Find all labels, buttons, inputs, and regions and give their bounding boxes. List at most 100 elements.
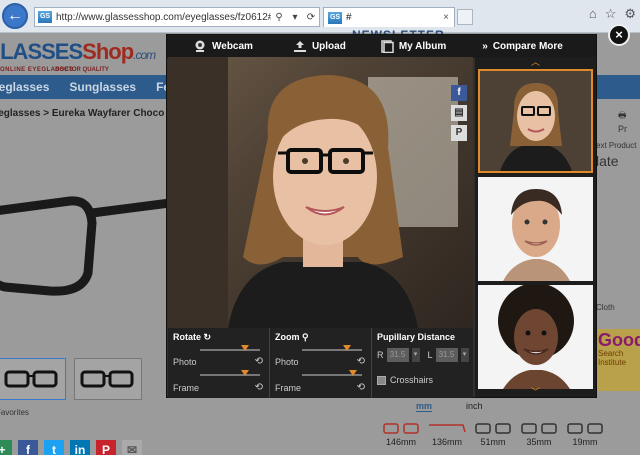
pupillary-inputs: R 31.5 ▾ L 31.5 ▾	[377, 348, 469, 362]
browser-tools: ⌂ ☆ ⚙	[589, 6, 636, 22]
pd-left-input[interactable]: 31.5	[435, 348, 458, 362]
crosshairs-toggle[interactable]: Crosshairs	[377, 375, 433, 385]
virtual-try-on-modal: Webcam Upload My Album » Compare More ×	[166, 24, 630, 398]
my-album-button[interactable]: My Album	[380, 40, 446, 53]
facebook-share-icon[interactable]: f	[451, 85, 467, 101]
rotate-frame-slider[interactable]	[200, 370, 260, 376]
save-icon[interactable]: ▤	[451, 105, 467, 121]
unit-mm-tab[interactable]: mm	[416, 401, 433, 412]
compare-more-button[interactable]: » Compare More	[482, 41, 563, 52]
pd-right-label: R	[377, 350, 384, 360]
browser-tab[interactable]: GS # ×	[323, 7, 455, 27]
home-icon[interactable]: ⌂	[589, 6, 597, 22]
favorites-star-icon[interactable]: ☆	[605, 6, 617, 22]
address-bar[interactable]: GS http://www.glassesshop.com/eyeglasses…	[34, 7, 320, 27]
email-icon[interactable]: ✉	[122, 440, 142, 455]
twitter-icon[interactable]: t	[44, 440, 64, 455]
logo-part-2: Shop	[82, 39, 134, 64]
search-icon[interactable]: ⚲	[271, 12, 287, 23]
breadcrumb[interactable]: Eyeglasses > Eureka Wayfarer Choco	[0, 108, 164, 119]
measure-lens-height: 35mm	[518, 421, 560, 447]
zoom-frame-reset-icon[interactable]: ⟲	[357, 382, 365, 393]
favorites-label[interactable]: Favorites	[0, 408, 29, 417]
model-face-3-image	[478, 285, 593, 389]
measure-value: 19mm	[572, 437, 598, 447]
nav-sunglasses[interactable]: Sunglasses	[59, 75, 146, 99]
zoom-title-text: Zoom	[275, 332, 300, 342]
advertisement[interactable]: Good Search Institute	[596, 329, 640, 391]
webcam-icon	[195, 40, 205, 52]
pd-left-label: L	[427, 350, 433, 360]
new-tab-button[interactable]	[457, 9, 473, 25]
product-title-fragment: late	[596, 153, 619, 169]
print-link[interactable]: 🖶 Pr	[618, 108, 627, 134]
print-label: Pr	[618, 124, 627, 134]
site-tagline-2: DOCTOR QUALITY	[55, 67, 109, 73]
glasses-thumb-icon	[80, 370, 134, 388]
thumbnail-angle-view[interactable]	[0, 358, 66, 400]
measure-value: 136mm	[431, 437, 462, 447]
gear-icon[interactable]: ⚙	[624, 6, 636, 22]
tab-favicon-icon: GS	[328, 11, 342, 24]
zoom-icon: ⚲	[302, 332, 309, 342]
zoom-title: Zoom ⚲	[275, 332, 366, 343]
pd-right-input[interactable]: 31.5	[386, 348, 409, 362]
rotate-top-thumb[interactable]	[241, 345, 249, 351]
zoom-top-thumb[interactable]	[343, 345, 351, 351]
compare-label: Compare More	[492, 41, 563, 52]
zoom-photo-label: Photo	[275, 357, 299, 367]
crosshairs-checkbox[interactable]	[377, 375, 386, 385]
rotate-photo-reset-icon[interactable]: ⟲	[255, 356, 263, 367]
tab-title: #	[346, 12, 352, 23]
model-face-1[interactable]	[478, 69, 593, 173]
next-product-link[interactable]: ext Product	[596, 141, 636, 150]
rail-up-arrow-icon[interactable]: ︿	[475, 57, 596, 67]
rotate-frame-reset-icon[interactable]: ⟲	[255, 382, 263, 393]
dropdown-icon[interactable]: ▾	[287, 12, 303, 23]
model-face-3[interactable]	[478, 285, 593, 389]
back-button[interactable]: ←	[2, 3, 28, 29]
measure-temple-length: 136mm	[426, 421, 468, 447]
zoom-frame-label: Frame	[275, 383, 302, 393]
pd-left-dropdown-icon[interactable]: ▾	[460, 348, 469, 362]
zoom-frame-slider[interactable]	[302, 370, 362, 376]
rotate-top-slider[interactable]	[200, 345, 260, 351]
pinterest-icon[interactable]: P	[96, 440, 116, 455]
pinterest-share-icon[interactable]: P	[451, 125, 467, 141]
unit-toggle: mm inch	[416, 401, 483, 412]
measure-lens-width: 51mm	[472, 421, 514, 447]
thumbnail-front-view[interactable]	[74, 358, 142, 400]
album-label: My Album	[398, 41, 447, 52]
close-tab-icon[interactable]: ×	[443, 12, 449, 23]
zoom-frame-thumb[interactable]	[349, 370, 357, 376]
refresh-icon[interactable]: ⟳	[303, 12, 319, 23]
measure-value: 51mm	[480, 437, 506, 447]
try-on-photo[interactable]: f ▤ P	[168, 57, 473, 328]
rotate-photo-label: Photo	[173, 357, 197, 367]
zoom-photo-reset-icon[interactable]: ⟲	[357, 356, 365, 367]
nav-eyeglasses[interactable]: Eyeglasses	[0, 75, 59, 99]
share-generic-icon[interactable]: +	[0, 440, 12, 455]
photo-side-actions: f ▤ P	[451, 85, 467, 141]
upload-icon	[293, 41, 306, 52]
product-thumbnails	[0, 358, 142, 400]
measure-value: 146mm	[385, 437, 416, 447]
webcam-button[interactable]: Webcam	[193, 40, 253, 53]
logo-part-1: GLASSES	[0, 39, 83, 64]
album-icon	[381, 40, 394, 53]
frame-width-icon	[383, 423, 419, 434]
rotate-frame-label: Frame	[173, 383, 200, 393]
upload-button[interactable]: Upload	[293, 40, 346, 53]
close-modal-button[interactable]: ×	[608, 24, 630, 46]
zoom-top-slider[interactable]	[302, 345, 362, 351]
pd-right-dropdown-icon[interactable]: ▾	[411, 348, 420, 362]
model-face-2[interactable]	[478, 177, 593, 281]
rail-down-arrow-icon[interactable]: ﹀	[475, 387, 596, 397]
adjustment-controls: Rotate ↻ Photo ⟲ Frame ⟲ Zoom ⚲ Photo ⟲ …	[168, 328, 473, 398]
facebook-icon[interactable]: f	[18, 440, 38, 455]
unit-inch-tab[interactable]: inch	[466, 401, 483, 412]
linkedin-icon[interactable]: in	[70, 440, 90, 455]
site-logo[interactable]: GLASSESShop.com	[0, 39, 156, 65]
rotate-frame-thumb[interactable]	[241, 370, 249, 376]
cloth-label: Cloth	[596, 303, 615, 312]
